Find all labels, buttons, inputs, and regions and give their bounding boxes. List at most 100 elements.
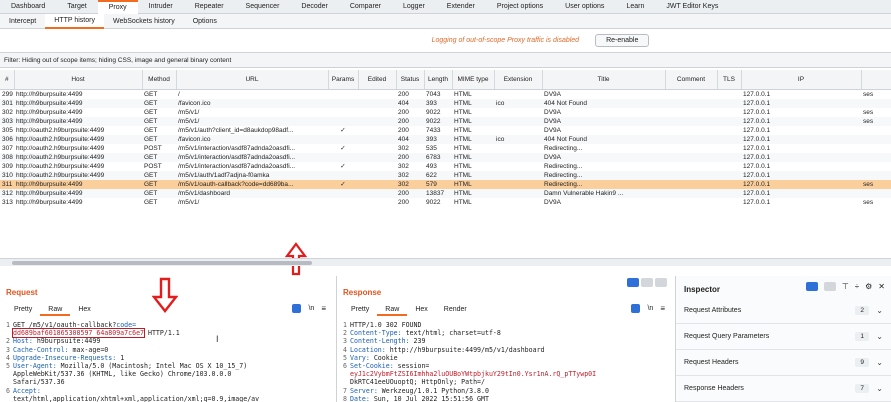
view-tab-pretty[interactable]: Pretty: [343, 304, 377, 316]
view-tab-pretty[interactable]: Pretty: [6, 304, 40, 316]
menu-icon[interactable]: ≡: [321, 304, 326, 313]
main-tab-proxy[interactable]: Proxy: [97, 0, 138, 14]
table-cell: /m5/v1/interaction/asdf87adnda2oasdfi...: [178, 144, 296, 152]
layout-vertical-icon[interactable]: [655, 278, 667, 287]
table-row[interactable]: 312 http://h9burpsuite:4499 GET/m5/v1/dash…: [0, 188, 891, 198]
main-tab-jwt-editor-keys[interactable]: JWT Editor Keys: [655, 0, 729, 14]
column-header-tls[interactable]: TLS: [717, 70, 742, 90]
table-cell: /m5/v1/auth/1adf7adjna-f0amka: [176, 170, 328, 180]
table-cell: ✓: [340, 126, 346, 134]
table-row[interactable]: 302 http://h9burpsuite:4499 GET/m5/v1/200 9…: [0, 108, 891, 117]
menu-icon[interactable]: ≡: [660, 304, 665, 313]
code-line: 4 Upgrade-Insecure-Requests: 1: [6, 353, 125, 362]
table-cell: [328, 188, 358, 198]
table-row[interactable]: 313 http://h9burpsuite:4499 GET/m5/v1/200 9…: [0, 198, 891, 207]
code-line: 3 Cache-Control: max-age=0: [6, 345, 109, 354]
filter-text[interactable]: Filter: Hiding out of scope items; hidin…: [4, 57, 231, 64]
view-tab-render[interactable]: Render: [436, 304, 475, 316]
view-tab-raw[interactable]: Raw: [377, 304, 408, 316]
view-tab-raw[interactable]: Raw: [40, 304, 71, 316]
main-tab-learn[interactable]: Learn: [615, 0, 655, 14]
format-icon[interactable]: [292, 304, 302, 313]
view-tab-hex[interactable]: Hex: [407, 304, 435, 316]
column-header-mime-type[interactable]: MIME type: [452, 70, 495, 90]
inspector-section-request-attributes[interactable]: Request Attributes 2 ⌄: [676, 298, 891, 324]
inspector-layout-alt-icon[interactable]: [823, 282, 836, 291]
gear-icon[interactable]: ⚙: [865, 282, 872, 291]
table-row[interactable]: 310 http://oauth2.h9burpsuite:4499 GET/m5/…: [0, 170, 891, 180]
align-top-icon[interactable]: ⊤: [842, 282, 849, 291]
view-tab-hex[interactable]: Hex: [70, 304, 98, 316]
main-tab-extender[interactable]: Extender: [436, 0, 486, 14]
layout-horizontal-icon[interactable]: [641, 278, 653, 287]
main-tab-decoder[interactable]: Decoder: [290, 0, 338, 14]
column-header-host[interactable]: Host: [14, 70, 143, 90]
table-cell: 313: [2, 198, 13, 206]
close-icon[interactable]: ✕: [878, 282, 885, 291]
table-cell: POST: [144, 162, 162, 170]
layout-split-icon[interactable]: [627, 278, 639, 287]
table-cell: [861, 134, 891, 144]
table-cell: 302: [2, 108, 13, 116]
table-row[interactable]: 305 http://oauth2.h9burpsuite:4499 GET/m5/…: [0, 126, 891, 135]
main-tab-repeater[interactable]: Repeater: [184, 0, 235, 14]
newline-icon[interactable]: \n: [647, 305, 653, 312]
main-tab-intruder[interactable]: Intruder: [138, 0, 184, 14]
column-header-ip[interactable]: IP: [741, 70, 862, 90]
sub-tab-websockets-history[interactable]: WebSockets history: [104, 14, 184, 29]
main-tab-dashboard[interactable]: Dashboard: [0, 0, 56, 14]
table-row[interactable]: 309 http://oauth2.h9burpsuite:4499 POST/m5…: [0, 162, 891, 171]
table-cell: [358, 116, 396, 126]
table-cell: [861, 144, 891, 153]
table-row[interactable]: 311 http://h9burpsuite:4499 GET/m5/v1/oaut…: [0, 179, 891, 189]
column-header-method[interactable]: Method: [142, 70, 177, 90]
main-tab-sequencer[interactable]: Sequencer: [235, 0, 291, 14]
main-tab-project-options[interactable]: Project options: [486, 0, 554, 14]
request-editor[interactable]: 1 GET /m5/v1/oauth-callback?code= dd689baf…: [0, 321, 336, 402]
format-icon[interactable]: [631, 304, 641, 313]
request-title: Request: [6, 288, 38, 297]
sub-tab-options[interactable]: Options: [184, 14, 226, 29]
align-center-icon[interactable]: ÷: [855, 282, 859, 291]
horizontal-scrollbar[interactable]: [0, 258, 891, 266]
sub-tab-intercept[interactable]: Intercept: [0, 14, 45, 29]
column-header-status[interactable]: Status: [396, 70, 425, 90]
table-cell: [717, 89, 741, 99]
table-cell: 404 Not Found: [542, 134, 665, 144]
column-header-title[interactable]: Title: [542, 70, 666, 90]
main-tab-target[interactable]: Target: [56, 0, 97, 14]
column-header-[interactable]: #: [0, 70, 15, 90]
column-header-url[interactable]: URL: [176, 70, 329, 90]
table-row[interactable]: 303 http://h9burpsuite:4499 GET/m5/v1/200 9…: [0, 116, 891, 126]
table-cell: [717, 116, 741, 126]
table-cell: [665, 144, 717, 153]
response-editor[interactable]: 1 HTTP/1.0 302 FOUND 2 Content-Type: text/h…: [337, 321, 675, 402]
sub-tab-http-history[interactable]: HTTP history: [45, 13, 104, 29]
column-header-length[interactable]: Length: [424, 70, 453, 90]
table-cell: [358, 188, 396, 198]
inspector-section-request-query-parameters[interactable]: Request Query Parameters 1 ⌄: [676, 324, 891, 350]
table-row[interactable]: 306 http://oauth2.h9burpsuite:4499 GET/fav…: [0, 134, 891, 144]
column-header-edited[interactable]: Edited: [358, 70, 397, 90]
table-cell: http://oauth2.h9burpsuite:4499: [14, 134, 142, 144]
inspector-section-response-headers[interactable]: Response Headers 7 ⌄: [676, 376, 891, 402]
scrollbar-thumb[interactable]: [12, 261, 312, 265]
table-row[interactable]: 301 http://h9burpsuite:4499 GET/favicon.ic…: [0, 98, 891, 108]
main-tab-comparer[interactable]: Comparer: [339, 0, 392, 14]
column-header[interactable]: [861, 70, 891, 90]
table-cell: 306: [0, 134, 14, 144]
re-enable-button[interactable]: Re-enable: [595, 33, 650, 47]
main-tab-logger[interactable]: Logger: [392, 0, 436, 14]
column-header-extension[interactable]: Extension: [494, 70, 543, 90]
newline-icon[interactable]: \n: [308, 305, 314, 312]
main-tab-user-options[interactable]: User options: [554, 0, 615, 14]
table-row[interactable]: 307 http://oauth2.h9burpsuite:4499 POST/m5…: [0, 144, 891, 153]
column-header-comment[interactable]: Comment: [665, 70, 718, 90]
table-row[interactable]: 299 http://h9burpsuite:4499 GET / 200 7043 HTM…: [0, 89, 891, 99]
inspector-section-request-headers[interactable]: Request Headers 9 ⌄: [676, 350, 891, 376]
inspector-layout-icon[interactable]: [805, 282, 818, 291]
column-header-params[interactable]: Params: [328, 70, 359, 90]
table-cell: [328, 98, 358, 108]
filter-bar[interactable]: Filter: Hiding out of scope items; hidin…: [0, 52, 891, 68]
table-row[interactable]: 308 http://oauth2.h9burpsuite:4499 GET/m5/…: [0, 152, 891, 162]
